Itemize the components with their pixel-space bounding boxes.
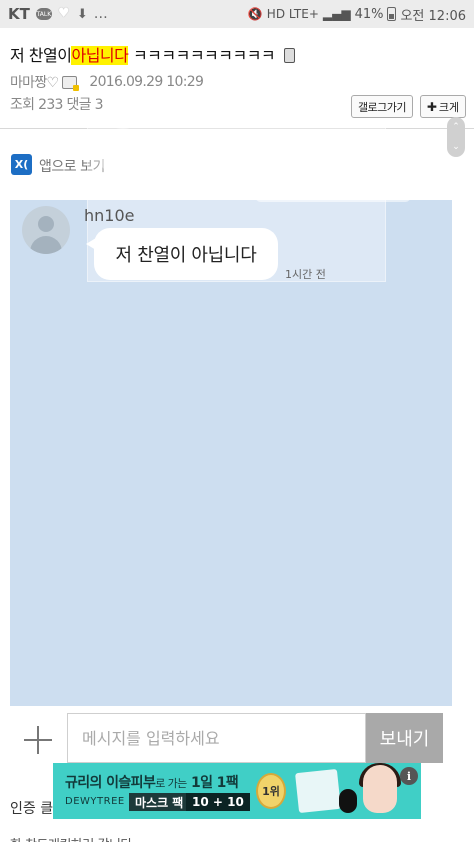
send-button[interactable]: 보내기: [366, 713, 443, 763]
title-prefix: 저 찬열이: [10, 46, 72, 65]
chat-message-bubble: 저 찬열이 아닙니다: [86, 228, 278, 280]
scroll-down-icon[interactable]: ⌄: [452, 142, 460, 152]
gallog-badge-icon[interactable]: [62, 75, 80, 91]
scroll-control[interactable]: ⌃ ⌄: [447, 117, 465, 157]
ad-tag-count: 10 + 10: [186, 793, 250, 811]
post-title: 저 찬열이아닙니다 ㅋㅋㅋㅋㅋㅋㅋㅋㅋㅋ: [10, 42, 295, 66]
ad-product-image: [295, 768, 341, 814]
download-icon: ⬇: [76, 6, 88, 22]
mobile-icon: [283, 48, 295, 63]
ad-mask-image: [339, 789, 357, 813]
zoom-button[interactable]: ✚ 크게: [420, 95, 466, 118]
post-stats: 조회 233 댓글 3: [10, 97, 104, 113]
overflow-indicator: …: [93, 6, 108, 22]
ad-tag: 마스크 팩: [129, 793, 190, 811]
ad-model-image: [363, 765, 397, 813]
plus-icon: ✚: [426, 99, 437, 114]
ad-banner[interactable]: 규리의 이슬피부로 가는 1일 1팩 DEWYTREE 마스크 팩 10 + 1…: [53, 763, 421, 819]
title-highlight: 아닙니다: [71, 46, 129, 65]
talk-icon: TALK: [35, 8, 52, 20]
post-date: 2016.09.29 10:29: [89, 74, 204, 90]
ad-info-icon[interactable]: i: [400, 767, 418, 785]
ad-brand: DEWYTREE: [65, 796, 125, 807]
popup-circle: [98, 128, 148, 178]
scroll-up-icon[interactable]: ⌃: [452, 122, 460, 132]
chat-timestamp: 1시간 전: [285, 268, 326, 281]
gallog-button[interactable]: 갤로그가기: [351, 95, 413, 118]
carrier-label: KT: [8, 5, 30, 23]
clock: 오전 12:06: [400, 8, 466, 24]
title-suffix: ㅋㅋㅋㅋㅋㅋㅋㅋㅋㅋ: [128, 46, 276, 65]
status-bar: KT TALK ♥ ⬇ … 🔇 HD LTE+ ▂▄▆ 41% 오전 12:06: [0, 0, 474, 28]
chat-username: hn10e: [84, 206, 135, 225]
network-label: HD LTE+: [266, 7, 319, 21]
ad-headline: 규리의 이슬피부로 가는 1일 1팩: [65, 775, 239, 791]
attach-plus-icon[interactable]: [24, 726, 52, 754]
ad-medal-icon: 1위: [256, 773, 286, 809]
cert-text: 인증 클: [10, 801, 54, 817]
battery-percent: 41%: [354, 6, 384, 22]
avatar: [22, 206, 70, 254]
signal-icon: ▂▄▆: [322, 7, 351, 21]
battery-icon: [387, 7, 397, 21]
popup-bar: [255, 192, 411, 202]
message-input[interactable]: [67, 713, 366, 763]
post-meta: 마마짱♡ 2016.09.29 10:29: [10, 72, 204, 92]
heart-icon: ♥: [57, 6, 70, 21]
author-name[interactable]: 마마짱♡: [10, 72, 59, 92]
app-logo-icon[interactable]: X(: [11, 154, 32, 175]
zoom-label: 크게: [438, 100, 460, 114]
bottom-text: 화 찬드래킹하러 갑니다: [10, 834, 132, 842]
mute-icon: 🔇: [247, 7, 263, 21]
